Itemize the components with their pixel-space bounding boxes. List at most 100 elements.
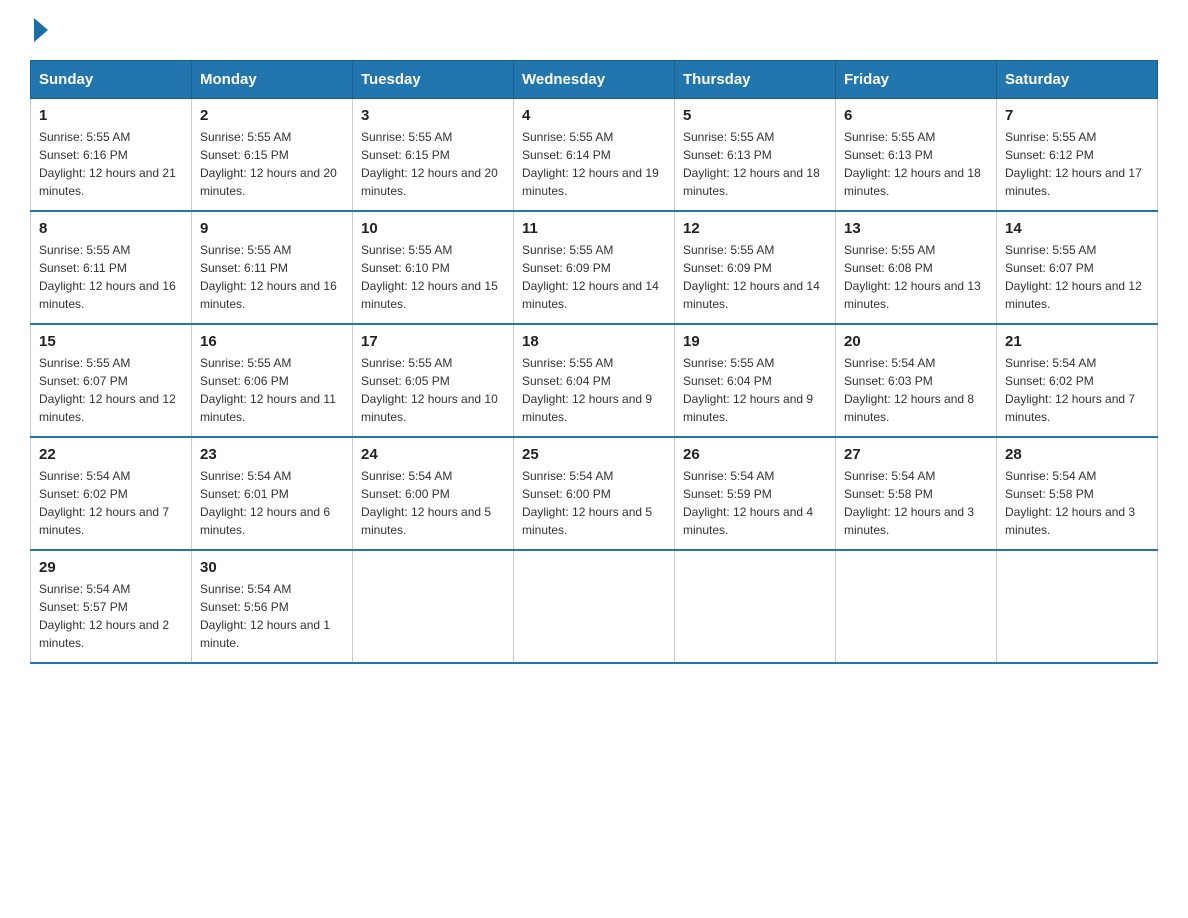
day-number: 1 [39,107,183,124]
day-number: 2 [200,107,344,124]
day-info: Sunrise: 5:54 AMSunset: 6:00 PMDaylight:… [361,467,505,539]
day-number: 3 [361,107,505,124]
weekday-header-friday: Friday [836,61,997,99]
weekday-header-wednesday: Wednesday [514,61,675,99]
weekday-header-row: SundayMondayTuesdayWednesdayThursdayFrid… [31,61,1158,99]
day-info: Sunrise: 5:54 AMSunset: 5:58 PMDaylight:… [1005,467,1149,539]
weekday-header-monday: Monday [192,61,353,99]
page-header [30,20,1158,42]
calendar-cell: 8 Sunrise: 5:55 AMSunset: 6:11 PMDayligh… [31,211,192,324]
day-info: Sunrise: 5:54 AMSunset: 5:56 PMDaylight:… [200,580,344,652]
calendar-cell [353,550,514,663]
day-number: 30 [200,559,344,576]
calendar-cell: 4 Sunrise: 5:55 AMSunset: 6:14 PMDayligh… [514,99,675,212]
day-info: Sunrise: 5:54 AMSunset: 6:01 PMDaylight:… [200,467,344,539]
day-info: Sunrise: 5:55 AMSunset: 6:09 PMDaylight:… [683,241,827,313]
calendar-cell [514,550,675,663]
day-number: 14 [1005,220,1149,237]
calendar-cell: 9 Sunrise: 5:55 AMSunset: 6:11 PMDayligh… [192,211,353,324]
calendar-cell: 18 Sunrise: 5:55 AMSunset: 6:04 PMDaylig… [514,324,675,437]
day-number: 5 [683,107,827,124]
day-info: Sunrise: 5:55 AMSunset: 6:10 PMDaylight:… [361,241,505,313]
weekday-header-tuesday: Tuesday [353,61,514,99]
day-number: 21 [1005,333,1149,350]
day-number: 22 [39,446,183,463]
weekday-header-saturday: Saturday [997,61,1158,99]
day-number: 13 [844,220,988,237]
calendar-cell: 14 Sunrise: 5:55 AMSunset: 6:07 PMDaylig… [997,211,1158,324]
calendar-cell: 26 Sunrise: 5:54 AMSunset: 5:59 PMDaylig… [675,437,836,550]
day-info: Sunrise: 5:54 AMSunset: 6:00 PMDaylight:… [522,467,666,539]
day-info: Sunrise: 5:55 AMSunset: 6:15 PMDaylight:… [361,128,505,200]
calendar-cell [675,550,836,663]
day-number: 17 [361,333,505,350]
logo [30,20,48,42]
day-number: 28 [1005,446,1149,463]
day-info: Sunrise: 5:55 AMSunset: 6:05 PMDaylight:… [361,354,505,426]
calendar-cell: 12 Sunrise: 5:55 AMSunset: 6:09 PMDaylig… [675,211,836,324]
day-number: 4 [522,107,666,124]
day-info: Sunrise: 5:55 AMSunset: 6:11 PMDaylight:… [39,241,183,313]
week-row-4: 22 Sunrise: 5:54 AMSunset: 6:02 PMDaylig… [31,437,1158,550]
calendar-cell: 13 Sunrise: 5:55 AMSunset: 6:08 PMDaylig… [836,211,997,324]
day-info: Sunrise: 5:55 AMSunset: 6:06 PMDaylight:… [200,354,344,426]
calendar-cell: 2 Sunrise: 5:55 AMSunset: 6:15 PMDayligh… [192,99,353,212]
day-number: 8 [39,220,183,237]
day-number: 23 [200,446,344,463]
day-info: Sunrise: 5:55 AMSunset: 6:12 PMDaylight:… [1005,128,1149,200]
calendar-cell [836,550,997,663]
calendar-cell: 25 Sunrise: 5:54 AMSunset: 6:00 PMDaylig… [514,437,675,550]
calendar-cell: 27 Sunrise: 5:54 AMSunset: 5:58 PMDaylig… [836,437,997,550]
day-number: 12 [683,220,827,237]
day-number: 26 [683,446,827,463]
calendar-cell: 30 Sunrise: 5:54 AMSunset: 5:56 PMDaylig… [192,550,353,663]
day-info: Sunrise: 5:55 AMSunset: 6:04 PMDaylight:… [522,354,666,426]
day-info: Sunrise: 5:55 AMSunset: 6:07 PMDaylight:… [1005,241,1149,313]
calendar-cell: 16 Sunrise: 5:55 AMSunset: 6:06 PMDaylig… [192,324,353,437]
week-row-2: 8 Sunrise: 5:55 AMSunset: 6:11 PMDayligh… [31,211,1158,324]
day-info: Sunrise: 5:55 AMSunset: 6:13 PMDaylight:… [683,128,827,200]
day-info: Sunrise: 5:54 AMSunset: 5:57 PMDaylight:… [39,580,183,652]
day-info: Sunrise: 5:54 AMSunset: 6:02 PMDaylight:… [39,467,183,539]
calendar-cell: 5 Sunrise: 5:55 AMSunset: 6:13 PMDayligh… [675,99,836,212]
calendar-cell: 17 Sunrise: 5:55 AMSunset: 6:05 PMDaylig… [353,324,514,437]
calendar-cell: 28 Sunrise: 5:54 AMSunset: 5:58 PMDaylig… [997,437,1158,550]
day-info: Sunrise: 5:55 AMSunset: 6:07 PMDaylight:… [39,354,183,426]
day-info: Sunrise: 5:55 AMSunset: 6:04 PMDaylight:… [683,354,827,426]
weekday-header-sunday: Sunday [31,61,192,99]
calendar-cell [997,550,1158,663]
calendar-cell: 23 Sunrise: 5:54 AMSunset: 6:01 PMDaylig… [192,437,353,550]
calendar-cell: 21 Sunrise: 5:54 AMSunset: 6:02 PMDaylig… [997,324,1158,437]
day-number: 11 [522,220,666,237]
day-number: 16 [200,333,344,350]
calendar-table: SundayMondayTuesdayWednesdayThursdayFrid… [30,60,1158,664]
week-row-5: 29 Sunrise: 5:54 AMSunset: 5:57 PMDaylig… [31,550,1158,663]
day-number: 29 [39,559,183,576]
calendar-cell: 11 Sunrise: 5:55 AMSunset: 6:09 PMDaylig… [514,211,675,324]
weekday-header-thursday: Thursday [675,61,836,99]
day-number: 24 [361,446,505,463]
day-info: Sunrise: 5:54 AMSunset: 5:58 PMDaylight:… [844,467,988,539]
calendar-cell: 24 Sunrise: 5:54 AMSunset: 6:00 PMDaylig… [353,437,514,550]
calendar-cell: 10 Sunrise: 5:55 AMSunset: 6:10 PMDaylig… [353,211,514,324]
day-info: Sunrise: 5:54 AMSunset: 6:02 PMDaylight:… [1005,354,1149,426]
day-info: Sunrise: 5:55 AMSunset: 6:14 PMDaylight:… [522,128,666,200]
day-number: 10 [361,220,505,237]
day-number: 6 [844,107,988,124]
day-info: Sunrise: 5:55 AMSunset: 6:16 PMDaylight:… [39,128,183,200]
day-number: 19 [683,333,827,350]
day-number: 25 [522,446,666,463]
calendar-cell: 22 Sunrise: 5:54 AMSunset: 6:02 PMDaylig… [31,437,192,550]
calendar-cell: 20 Sunrise: 5:54 AMSunset: 6:03 PMDaylig… [836,324,997,437]
day-info: Sunrise: 5:55 AMSunset: 6:15 PMDaylight:… [200,128,344,200]
day-number: 9 [200,220,344,237]
calendar-cell: 7 Sunrise: 5:55 AMSunset: 6:12 PMDayligh… [997,99,1158,212]
day-info: Sunrise: 5:54 AMSunset: 5:59 PMDaylight:… [683,467,827,539]
calendar-cell: 15 Sunrise: 5:55 AMSunset: 6:07 PMDaylig… [31,324,192,437]
day-info: Sunrise: 5:55 AMSunset: 6:13 PMDaylight:… [844,128,988,200]
day-number: 18 [522,333,666,350]
calendar-cell: 1 Sunrise: 5:55 AMSunset: 6:16 PMDayligh… [31,99,192,212]
day-info: Sunrise: 5:54 AMSunset: 6:03 PMDaylight:… [844,354,988,426]
logo-arrow-icon [34,18,48,42]
day-info: Sunrise: 5:55 AMSunset: 6:09 PMDaylight:… [522,241,666,313]
